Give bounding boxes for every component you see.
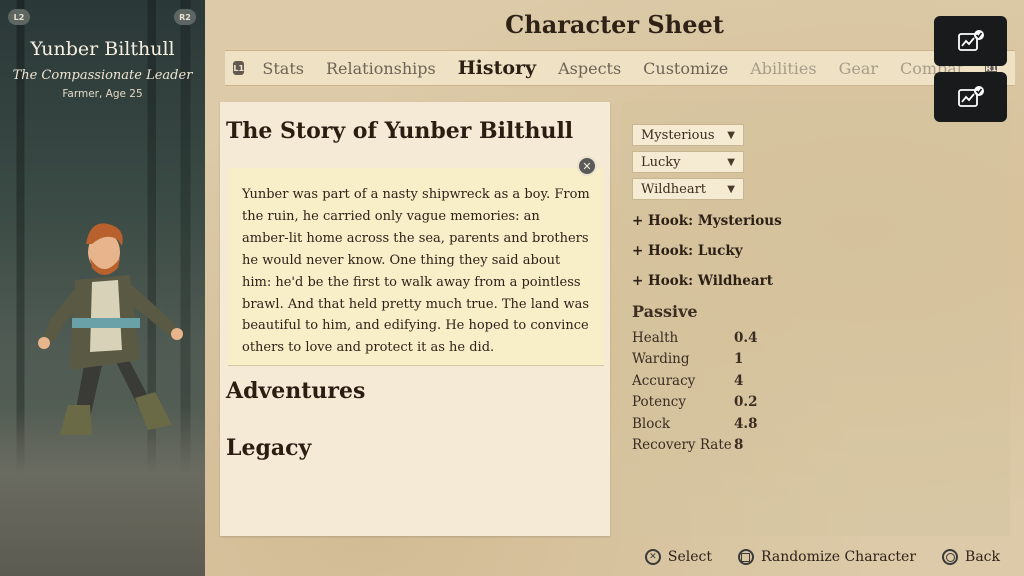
l2-button-icon[interactable]: L2 (8, 9, 30, 25)
triangle-down-icon: ▼ (727, 183, 735, 195)
select-hint[interactable]: ✕ Select (644, 549, 712, 565)
tab-aspects[interactable]: Aspects (558, 59, 621, 78)
randomize-character-hint[interactable]: Randomize Character (737, 549, 917, 565)
button-hints: ✕ Select Randomize Character Back (619, 546, 1000, 568)
stat-label: Accuracy (632, 373, 696, 389)
trait-dropdown-mysterious[interactable]: Mysterious ▼ (632, 124, 744, 146)
page-title: Character Sheet (505, 10, 724, 39)
chart-check-icon (957, 86, 984, 107)
chart-check-icon (957, 30, 984, 51)
tab-customize[interactable]: Customize (643, 59, 728, 78)
traits-panel: Mysterious ▼ Lucky ▼ Wildheart ▼ + Hook:… (622, 102, 1010, 536)
square-button-icon (737, 549, 754, 565)
character-subtitle: Farmer, Age 25 (62, 88, 143, 100)
character-portrait (38, 223, 183, 435)
circle-button-icon (942, 549, 959, 565)
stat-row: Block 4.8 (632, 416, 832, 436)
chart-check-button[interactable] (934, 72, 1007, 122)
tab-relationships[interactable]: Relationships (326, 59, 436, 78)
hook-wildheart[interactable]: + Hook: Wildheart (632, 273, 773, 289)
tab-stats[interactable]: Stats (262, 59, 304, 78)
trait-dropdown-lucky[interactable]: Lucky ▼ (632, 151, 744, 173)
story-panel: The Story of Yunber Bilthull Yunber was … (220, 102, 610, 536)
character-panel: L2 R2 Yunber Bilthull The Compassionate … (0, 0, 205, 576)
stat-label: Block (632, 416, 671, 432)
stat-value: 4.8 (734, 416, 758, 432)
stat-value: 1 (734, 351, 744, 367)
select-label: Select (667, 549, 712, 565)
stat-row: Health 0.4 (632, 330, 832, 350)
stat-label: Health (632, 330, 679, 346)
cross-button-icon[interactable]: ✕ (577, 156, 597, 176)
back-hint[interactable]: Back (942, 549, 1000, 565)
dropdown-value: Mysterious (641, 127, 715, 143)
character-title: The Compassionate Leader (12, 68, 193, 83)
stat-row: Accuracy 4 (632, 373, 832, 393)
story-text: Yunber was part of a nasty shipwreck as … (228, 168, 604, 366)
stat-row: Warding 1 (632, 351, 832, 371)
stat-label: Potency (632, 394, 686, 410)
character-name: Yunber Bilthull (30, 38, 175, 60)
stat-row: Recovery Rate 8 (632, 437, 832, 457)
stat-value: 0.4 (734, 330, 758, 346)
cross-button-icon: ✕ (644, 549, 661, 565)
l1-button-icon[interactable]: L1 (233, 61, 245, 75)
stat-row: Potency 0.2 (632, 394, 832, 414)
tab-bar: L1 Stats Relationships History Aspects C… (225, 50, 1015, 86)
dropdown-value: Wildheart (641, 181, 707, 197)
chart-check-button[interactable] (934, 16, 1007, 66)
hook-mysterious[interactable]: + Hook: Mysterious (632, 213, 782, 229)
triangle-down-icon: ▼ (727, 129, 735, 141)
section-adventures[interactable]: Adventures (226, 378, 365, 404)
stat-value: 4 (734, 373, 744, 389)
story-title: The Story of Yunber Bilthull (226, 118, 574, 144)
stat-value: 8 (734, 437, 744, 453)
tab-gear[interactable]: Gear (839, 59, 878, 78)
passive-heading: Passive (632, 302, 698, 321)
r2-button-icon[interactable]: R2 (174, 9, 196, 25)
tab-history[interactable]: History (458, 57, 536, 79)
stat-label: Warding (632, 351, 690, 367)
back-label: Back (965, 549, 1000, 565)
section-legacy[interactable]: Legacy (226, 435, 311, 461)
trait-dropdown-wildheart[interactable]: Wildheart ▼ (632, 178, 744, 200)
dropdown-value: Lucky (641, 154, 681, 170)
tab-abilities[interactable]: Abilities (750, 59, 816, 78)
stat-label: Recovery Rate (632, 437, 732, 453)
randomize-label: Randomize Character (760, 549, 917, 565)
triangle-down-icon: ▼ (727, 156, 735, 168)
stat-value: 0.2 (734, 394, 758, 410)
hook-lucky[interactable]: + Hook: Lucky (632, 243, 743, 259)
